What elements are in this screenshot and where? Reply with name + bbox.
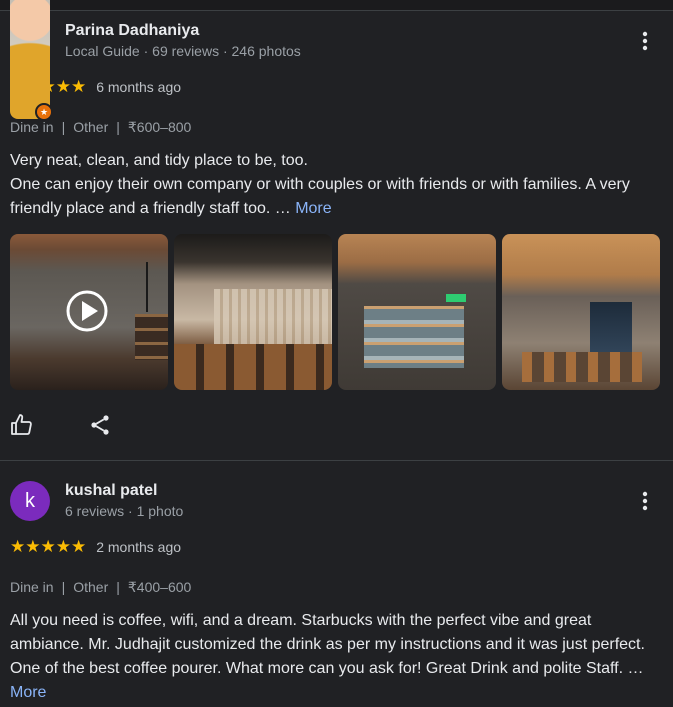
review-card: ★ Parina Dadhaniya Local Guide · 69 revi… [0, 0, 673, 460]
ellipsis: … [270, 200, 296, 217]
photo-detail [364, 306, 464, 368]
review-text: Very neat, clean, and tidy place to be, … [10, 149, 655, 221]
review-actions [10, 390, 663, 460]
share-icon[interactable] [88, 413, 112, 437]
local-guide-star-icon: ★ [35, 103, 53, 121]
review-header: k kushal patel 6 reviews · 1 photo [10, 471, 663, 531]
thumbs-up-icon[interactable] [10, 413, 34, 437]
visit-meta: Dine in | Other | ₹600–800 [10, 117, 663, 137]
photo-detail [135, 314, 168, 360]
author-name[interactable]: kushal patel [65, 481, 633, 501]
more-button[interactable]: More [295, 200, 331, 217]
author-meta: 6 reviews · 1 photo [65, 503, 184, 519]
more-options-icon[interactable] [633, 29, 657, 53]
author-name[interactable]: Parina Dadhaniya [65, 21, 633, 41]
review-video-thumbnail[interactable] [10, 234, 168, 390]
review-photo-thumbnail[interactable] [174, 234, 332, 390]
author-meta: Local Guide · 69 reviews · 246 photos [65, 43, 301, 59]
avatar[interactable]: k [10, 481, 50, 521]
review-photo-thumbnail[interactable] [502, 234, 660, 390]
meta-separator: | [116, 579, 120, 595]
review-time: 6 months ago [96, 79, 182, 95]
photo-detail [146, 262, 148, 312]
more-button[interactable]: More [10, 684, 46, 701]
play-icon [66, 290, 108, 332]
meta-price: ₹600–800 [127, 119, 192, 135]
photo-detail [590, 302, 632, 358]
top-divider [0, 0, 673, 11]
avatar[interactable]: ★ [10, 0, 53, 121]
meta-separator: | [61, 119, 66, 135]
review-card: k kushal patel 6 reviews · 1 photo ★★★★★… [0, 460, 673, 705]
photo-detail [522, 352, 642, 382]
more-options-icon[interactable] [633, 489, 657, 513]
meta-meal: Other [73, 579, 109, 595]
review-text: All you need is coffee, wifi, and a drea… [10, 609, 655, 705]
meta-meal: Other [73, 119, 109, 135]
meta-service: Dine in [10, 119, 54, 135]
meta-separator: | [61, 579, 66, 595]
star-rating: ★★★★★ [10, 537, 87, 556]
author-info: kushal patel 6 reviews · 1 photo [65, 481, 633, 521]
ellipsis: … [623, 660, 644, 677]
author-info: Parina Dadhaniya Local Guide · 69 review… [65, 21, 633, 61]
review-time: 2 months ago [96, 539, 182, 555]
meta-service: Dine in [10, 579, 54, 595]
review-photos [10, 234, 663, 390]
rating-row: ★★★★★ 6 months ago [10, 73, 663, 101]
meta-separator: | [116, 119, 120, 135]
review-body: All you need is coffee, wifi, and a drea… [10, 612, 645, 677]
review-photo-thumbnail[interactable] [338, 234, 496, 390]
photo-detail [446, 294, 466, 302]
review-header: ★ Parina Dadhaniya Local Guide · 69 revi… [10, 0, 663, 121]
visit-meta: Dine in | Other | ₹400–600 [10, 577, 663, 597]
meta-price: ₹400–600 [127, 579, 192, 595]
photo-detail [174, 344, 332, 390]
rating-row: ★★★★★ 2 months ago [10, 533, 663, 561]
